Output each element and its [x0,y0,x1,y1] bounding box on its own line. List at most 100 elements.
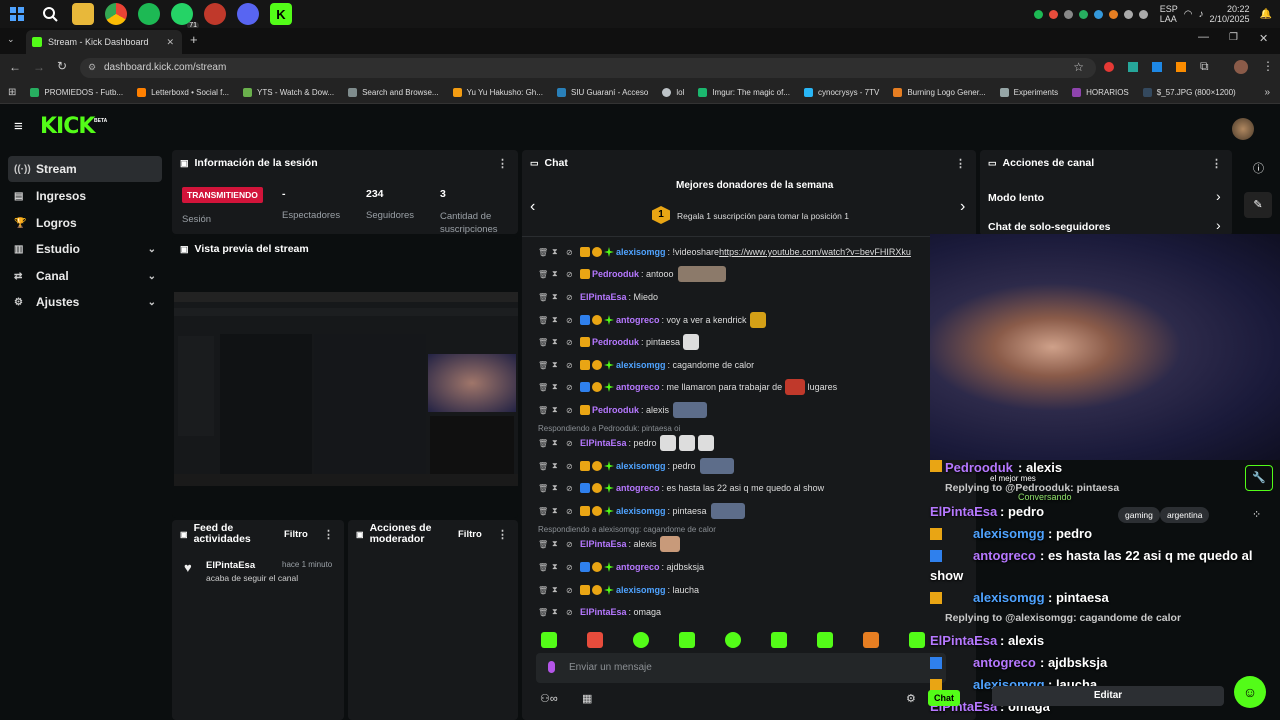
emote-button[interactable] [817,632,833,648]
bookmarks-overflow-icon[interactable]: » [1264,87,1270,98]
bookmark-item[interactable]: Yu Yu Hakusho: Gh... [452,88,543,97]
kick-icon[interactable]: K [270,3,292,25]
ban-icon[interactable]: ⊘ [566,406,580,415]
sidebar-item-canal[interactable]: ⇄ Canal ⌄ [8,263,162,289]
discord-icon[interactable] [237,3,259,25]
close-window-icon[interactable]: ✕ [1259,32,1268,45]
chat-settings-icon[interactable]: ⚙ [906,692,916,705]
delete-icon[interactable]: 🗑 [538,563,552,572]
chat-username[interactable]: alexisomgg [616,585,666,595]
ban-icon[interactable]: ⊘ [566,484,580,493]
bookmark-star-icon[interactable]: ☆ [1073,60,1084,74]
timeout-icon[interactable]: ⧗ [552,506,566,516]
delete-icon[interactable]: 🗑 [538,484,552,493]
tray-icon[interactable] [1048,9,1058,19]
store-icon[interactable]: ▦ [582,692,592,705]
chat-username[interactable]: ElPintaEsa [580,607,627,617]
tray-icon[interactable] [1093,9,1103,19]
timeout-icon[interactable]: ⧗ [552,292,566,302]
delete-icon[interactable]: 🗑 [538,608,552,617]
bookmark-item[interactable]: SIU Guaraní - Acceso [556,88,648,97]
more-options-icon[interactable]: ⋮ [323,528,334,541]
bookmark-item[interactable]: Search and Browse... [348,88,439,97]
minimize-icon[interactable]: — [1198,31,1209,43]
delete-icon[interactable]: 🗑 [538,507,552,516]
chat-tab-button[interactable]: Chat [928,690,960,706]
bookmark-item[interactable]: Experiments [999,88,1058,97]
more-options-icon[interactable]: ⋮ [497,528,508,541]
timeout-icon[interactable]: ⧗ [552,607,566,617]
delete-icon[interactable]: 🗑 [538,248,552,257]
timeout-icon[interactable]: ⧗ [552,438,566,448]
slow-mode-item[interactable]: Modo lento [988,192,1044,204]
emote-button[interactable] [771,632,787,648]
wrench-icon[interactable]: 🔧 [1245,465,1273,491]
delete-icon[interactable]: 🗑 [538,338,552,347]
timeout-icon[interactable]: ⧗ [552,585,566,595]
chat-username[interactable]: antogreco [616,562,660,572]
chat-username[interactable]: ElPintaEsa [580,539,627,549]
ban-icon[interactable]: ⊘ [566,563,580,572]
chevron-right-icon[interactable]: › [1216,188,1221,204]
tray-icon[interactable] [1108,9,1118,19]
reload-icon[interactable]: ↻ [57,59,67,73]
delete-icon[interactable]: 🗑 [538,316,552,325]
filter-button[interactable]: Filtro [284,529,308,540]
timeout-icon[interactable]: ⧗ [552,269,566,279]
chat-username[interactable]: antogreco [616,382,660,392]
info-circle-icon[interactable]: ⓘ [1253,160,1264,176]
tab-list-dropdown-icon[interactable]: ⌄ [7,34,15,45]
emote-button[interactable] [633,632,649,648]
close-tab-icon[interactable]: ✕ [166,37,174,48]
bookmark-item[interactable]: Imgur: The magic of... [698,88,790,97]
maximize-icon[interactable]: ❐ [1229,32,1238,43]
bookmark-item[interactable]: PROMIEDOS - Futb... [30,88,123,97]
emote-button[interactable] [725,632,741,648]
edit-pencil-icon[interactable]: ✎ [1244,192,1272,218]
emote-button[interactable] [909,632,925,648]
ban-icon[interactable]: ⊘ [566,462,580,471]
timeout-icon[interactable]: ⧗ [552,461,566,471]
timeout-icon[interactable]: ⧗ [552,315,566,325]
folder-icon[interactable] [72,3,94,25]
keyboard-lang[interactable]: ESP [1160,4,1178,14]
back-icon[interactable]: ← [9,60,21,74]
ban-icon[interactable]: ⊘ [566,316,580,325]
kick-logo[interactable]: KICK [40,114,95,139]
chat-username[interactable]: Pedrooduk [592,405,639,415]
edit-button[interactable]: Editar [992,686,1224,706]
profile-avatar[interactable] [1234,60,1248,74]
bookmark-item[interactable]: lol [662,88,684,97]
site-info-icon[interactable]: ⚙ [88,62,96,73]
chat-username[interactable]: antogreco [616,315,660,325]
connections-icon[interactable]: ⁘ [1252,508,1261,521]
chat-username[interactable]: alexisomgg [616,506,666,516]
bookmark-item[interactable]: $_57.JPG (800×1200) [1142,88,1236,97]
extension-icon[interactable] [1104,62,1114,72]
tray-icon[interactable] [1078,9,1088,19]
bookmark-item[interactable]: Letterboxd • Social f... [137,88,229,97]
ban-icon[interactable]: ⊘ [566,507,580,516]
apps-grid-icon[interactable]: ⊞ [8,87,16,98]
ban-icon[interactable]: ⊘ [566,540,580,549]
tray-icon[interactable] [1063,9,1073,19]
user-avatar[interactable] [1232,118,1254,140]
tag-pill[interactable]: argentina [1160,507,1210,523]
sidebar-item-estudio[interactable]: ▥ Estudio ⌄ [8,236,162,262]
bookmark-item[interactable]: Burning Logo Gener... [893,88,986,97]
search-icon[interactable] [39,3,61,25]
ban-icon[interactable]: ⊘ [566,586,580,595]
notification-bell-icon[interactable]: 🔔 [1260,9,1272,20]
chat-input[interactable]: Enviar un mensaje [536,653,946,683]
chat-username[interactable]: ElPintaEsa [580,292,627,302]
bookmark-item[interactable]: HORARIOS [1072,88,1129,97]
delete-icon[interactable]: 🗑 [538,586,552,595]
forward-icon[interactable]: → [33,60,45,74]
new-tab-icon[interactable]: + [190,32,198,47]
delete-icon[interactable]: 🗑 [538,383,552,392]
timeout-icon[interactable]: ⧗ [552,247,566,257]
ban-icon[interactable]: ⊘ [566,361,580,370]
ban-icon[interactable]: ⊘ [566,293,580,302]
tray-icon[interactable] [1123,9,1133,19]
extension-icon[interactable] [1128,62,1138,72]
